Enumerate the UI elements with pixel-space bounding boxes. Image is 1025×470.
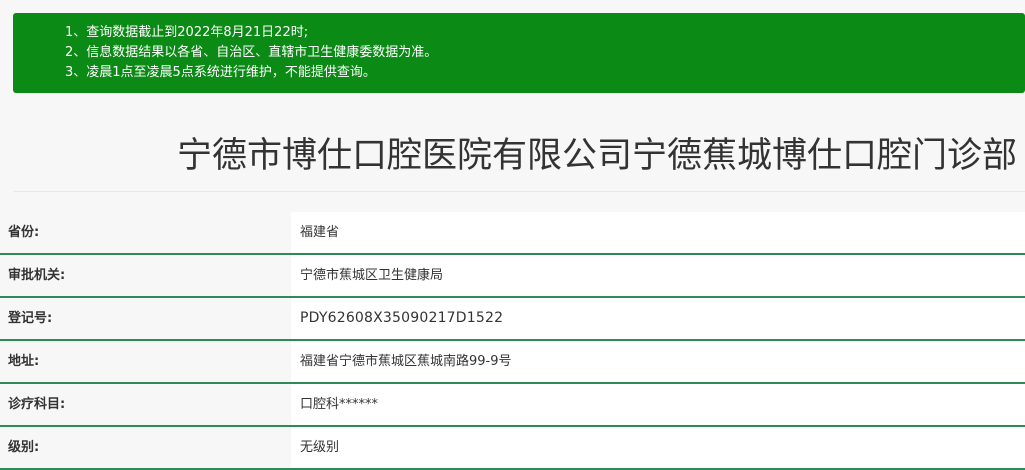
title-section: 宁德市博仕口腔医院有限公司宁德蕉城博仕口腔门诊部 [13,120,1025,192]
page-title: 宁德市博仕口腔医院有限公司宁德蕉城博仕口腔门诊部 [176,136,1017,176]
info-table: 省份: 福建省 审批机关: 宁德市蕉城区卫生健康局 登记号: PDY62608X… [0,212,1025,470]
notice-line-1: 1、查询数据截止到2022年8月21日22时; [65,25,309,40]
row-value: 无级别 [291,427,1025,468]
row-value: 福建省 [291,212,1025,253]
notice-line-3: 3、凌晨1点至凌晨5点系统进行维护，不能提供查询。 [65,65,376,80]
table-row-authority: 审批机关: 宁德市蕉城区卫生健康局 [0,255,1025,298]
table-row-registration: 登记号: PDY62608X35090217D1522 [0,298,1025,341]
row-value: 口腔科****** [291,384,1025,425]
row-label: 地址: [0,341,291,382]
row-label: 诊疗科目: [0,384,291,425]
table-row-level: 级别: 无级别 [0,427,1025,470]
row-value: 福建省宁德市蕉城区蕉城南路99-9号 [291,341,1025,382]
row-label: 登记号: [0,298,291,339]
row-value: PDY62608X35090217D1522 [291,298,1025,339]
table-row-address: 地址: 福建省宁德市蕉城区蕉城南路99-9号 [0,341,1025,384]
notice-banner: 1、查询数据截止到2022年8月21日22时; 2、信息数据结果以各省、自治区、… [13,13,1025,93]
row-value: 宁德市蕉城区卫生健康局 [291,255,1025,296]
table-row-province: 省份: 福建省 [0,212,1025,255]
row-label: 审批机关: [0,255,291,296]
notice-line-2: 2、信息数据结果以各省、自治区、直辖市卫生健康委数据为准。 [65,45,438,60]
row-label: 级别: [0,427,291,468]
table-row-departments: 诊疗科目: 口腔科****** [0,384,1025,427]
row-label: 省份: [0,212,291,253]
